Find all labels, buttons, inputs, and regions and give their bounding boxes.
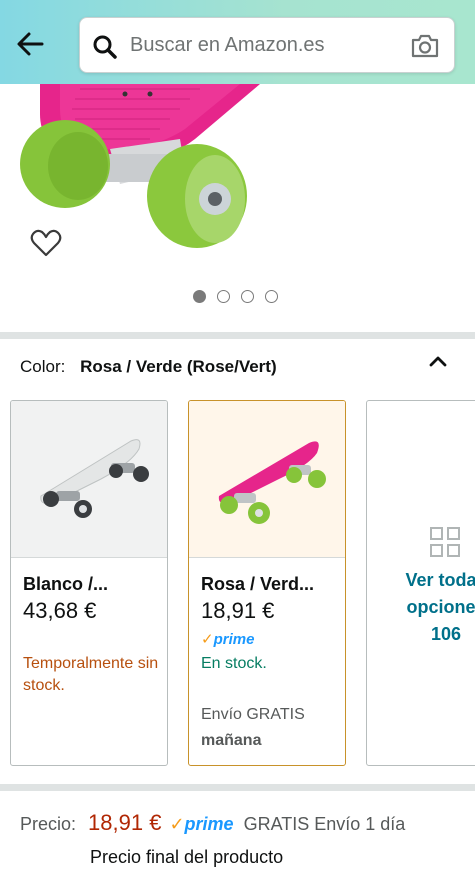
color-label: Color:: [20, 357, 66, 376]
color-option-card-selected[interactable]: Rosa / Verd... 18,91 € ✓prime En stock. …: [188, 400, 346, 766]
color-option-thumbnail: [189, 401, 345, 558]
color-selector-header[interactable]: Color: Rosa / Verde (Rose/Vert): [20, 357, 277, 377]
option-availability: Temporalmente sin stock.: [23, 655, 159, 694]
color-selected-value: Rosa / Verde (Rose/Vert): [80, 357, 277, 376]
top-bar: Buscar en Amazon.es: [0, 0, 475, 84]
carousel-dot[interactable]: [193, 290, 206, 303]
search-placeholder: Buscar en Amazon.es: [130, 34, 325, 56]
wishlist-heart-icon[interactable]: [30, 228, 62, 258]
prime-badge: ✓prime: [201, 631, 255, 648]
section-divider: [0, 332, 475, 339]
price-summary: Precio: 18,91 € ✓prime GRATIS Envío 1 dí…: [20, 810, 405, 836]
carousel-dot[interactable]: [265, 290, 278, 303]
carousel-dot[interactable]: [241, 290, 254, 303]
see-all-options-card[interactable]: Ver todasopciones106: [366, 400, 475, 766]
option-price: 43,68 €: [23, 598, 97, 623]
camera-icon[interactable]: [410, 32, 440, 60]
option-shipping: Envío GRATIS: [201, 706, 305, 723]
see-all-options-link[interactable]: Ver todasopciones106: [367, 567, 475, 648]
white-skateboard-image: [40, 439, 149, 518]
price-label: Precio:: [20, 814, 77, 834]
shipping-info: GRATIS Envío 1 día: [243, 814, 406, 834]
prime-badge: ✓prime: [169, 814, 234, 834]
pink-skateboard-image: [218, 441, 326, 524]
option-name: Rosa / Verd...: [201, 574, 315, 594]
search-icon: [93, 35, 117, 59]
grid-icon: [430, 527, 460, 557]
carousel-dot[interactable]: [217, 290, 230, 303]
price-value: 18,91 €: [88, 810, 162, 835]
option-availability: En stock.: [201, 655, 267, 672]
final-price-note: Precio final del producto: [90, 847, 284, 867]
color-option-thumbnail: [11, 401, 167, 558]
option-name: Blanco /...: [23, 574, 109, 594]
section-divider: [0, 784, 475, 791]
carousel-dots[interactable]: [193, 290, 278, 303]
option-shipping-day: mañana: [201, 732, 262, 749]
search-input[interactable]: Buscar en Amazon.es: [79, 17, 455, 73]
option-price: 18,91 €: [201, 598, 275, 623]
back-arrow-icon[interactable]: [14, 28, 46, 60]
chevron-up-icon[interactable]: [427, 353, 449, 369]
color-option-card[interactable]: Blanco /... 43,68 € Temporalmente sin st…: [10, 400, 168, 766]
